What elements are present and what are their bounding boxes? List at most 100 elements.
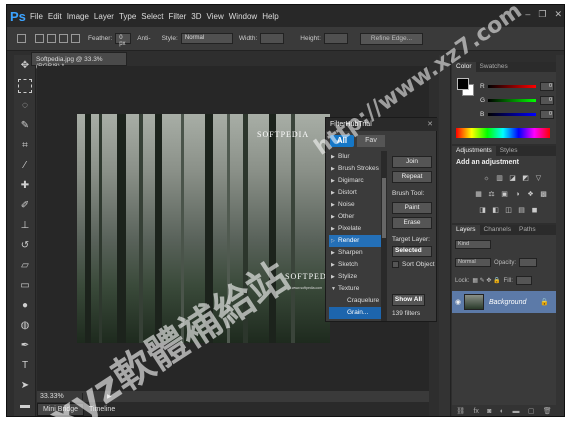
- menu-help[interactable]: Help: [262, 12, 278, 21]
- exposure-icon[interactable]: ◩: [521, 174, 530, 183]
- path-select-tool-icon[interactable]: ➤: [18, 379, 32, 393]
- eraser-tool-icon[interactable]: ▱: [18, 259, 32, 273]
- paint-button[interactable]: Paint: [392, 202, 432, 214]
- expand-right-icon[interactable]: ▶: [331, 199, 338, 211]
- erase-button[interactable]: Erase: [392, 217, 432, 229]
- sort-object-checkbox[interactable]: [392, 261, 399, 268]
- lock-icons[interactable]: ▦ ✎ ✥ 🔒: [472, 277, 500, 284]
- intersect-selection-icon[interactable]: [71, 34, 80, 43]
- red-value[interactable]: 0: [540, 82, 554, 91]
- tab-layers[interactable]: Layers: [452, 225, 480, 235]
- tab-paths[interactable]: Paths: [515, 225, 540, 235]
- adjustment-layer-icon[interactable]: ◐: [500, 408, 504, 415]
- expand-right-icon[interactable]: ▷: [331, 235, 338, 247]
- layer-name[interactable]: Background: [489, 299, 526, 306]
- layer-kind-filter[interactable]: Kind: [455, 240, 491, 249]
- posterize-icon[interactable]: ◧: [491, 206, 500, 215]
- add-selection-icon[interactable]: [47, 34, 56, 43]
- filter-item[interactable]: ▼ Texture: [329, 283, 381, 295]
- vibrance-icon[interactable]: ▽: [534, 174, 543, 183]
- scrollbar-thumb[interactable]: [382, 178, 386, 238]
- marquee-tool-icon[interactable]: [18, 79, 32, 93]
- link-layers-icon[interactable]: ⛓: [456, 407, 465, 415]
- levels-icon[interactable]: ▥: [495, 174, 504, 183]
- red-slider[interactable]: [488, 85, 536, 88]
- close-icon[interactable]: ✕: [554, 9, 562, 20]
- eyedropper-tool-icon[interactable]: ⁄: [18, 159, 32, 173]
- blend-mode-select[interactable]: Normal: [455, 258, 491, 267]
- filter-item[interactable]: ▶ Brush Strokes: [329, 163, 381, 175]
- tab-swatches[interactable]: Swatches: [476, 62, 512, 72]
- gradient-map-icon[interactable]: ▤: [517, 206, 526, 215]
- gradient-tool-icon[interactable]: ▭: [18, 279, 32, 293]
- menu-window[interactable]: Window: [229, 12, 257, 21]
- add-mask-icon[interactable]: ◙: [487, 408, 491, 415]
- filter-item[interactable]: ▶ Stylize: [329, 271, 381, 283]
- menu-edit[interactable]: Edit: [48, 12, 62, 21]
- new-selection-icon[interactable]: [35, 34, 44, 43]
- sort-object-option[interactable]: Sort Object: [392, 261, 435, 268]
- menu-type[interactable]: Type: [119, 12, 136, 21]
- close-icon[interactable]: ✕: [427, 120, 433, 128]
- hue-saturation-icon[interactable]: ▦: [474, 190, 483, 199]
- repeat-button[interactable]: Repeat: [392, 171, 432, 183]
- lasso-tool-icon[interactable]: ◌: [18, 99, 32, 113]
- delete-layer-icon[interactable]: 🗑: [543, 407, 552, 415]
- healing-tool-icon[interactable]: ✚: [18, 179, 32, 193]
- quick-select-tool-icon[interactable]: ✎: [18, 119, 32, 133]
- expand-right-icon[interactable]: ▶: [331, 175, 338, 187]
- shape-tool-icon[interactable]: ▬: [18, 399, 32, 413]
- expand-down-icon[interactable]: ▼: [331, 283, 338, 295]
- black-white-icon[interactable]: ▣: [500, 190, 509, 199]
- menu-3d[interactable]: 3D: [191, 12, 201, 21]
- filter-item[interactable]: Craquelure: [329, 295, 381, 307]
- pen-tool-icon[interactable]: ✒: [18, 339, 32, 353]
- height-input[interactable]: [323, 33, 348, 44]
- threshold-icon[interactable]: ◫: [504, 206, 513, 215]
- visibility-eye-icon[interactable]: ◉: [452, 298, 464, 306]
- filter-item[interactable]: ▶ Blur: [329, 151, 381, 163]
- color-lookup-icon[interactable]: ▩: [539, 190, 548, 199]
- new-group-icon[interactable]: ▬: [513, 408, 520, 415]
- marquee-tool-preset-icon[interactable]: [17, 34, 26, 43]
- invert-icon[interactable]: ◨: [478, 206, 487, 215]
- blue-slider[interactable]: [488, 113, 536, 116]
- filter-item[interactable]: ▶ Sketch: [329, 259, 381, 271]
- filter-item[interactable]: ▶ Digimarc: [329, 175, 381, 187]
- menu-select[interactable]: Select: [141, 12, 163, 21]
- tab-channels[interactable]: Channels: [480, 225, 515, 235]
- curves-icon[interactable]: ◪: [508, 174, 517, 183]
- expand-right-icon[interactable]: ▶: [331, 187, 338, 199]
- menu-layer[interactable]: Layer: [94, 12, 114, 21]
- blue-value[interactable]: 0: [540, 110, 554, 119]
- document-tab[interactable]: Softpedia.jpg @ 33.3% (RGB/8) *: [31, 52, 127, 70]
- filter-item[interactable]: ▶ Noise: [329, 199, 381, 211]
- subtract-selection-icon[interactable]: [59, 34, 68, 43]
- green-value[interactable]: 0: [540, 96, 554, 105]
- fx-icon[interactable]: fx: [473, 408, 478, 415]
- filter-item[interactable]: ▶ Sharpen: [329, 247, 381, 259]
- target-layer-select[interactable]: Selected: [392, 246, 432, 257]
- foreground-color-swatch[interactable]: [457, 78, 469, 90]
- fill-input[interactable]: [515, 276, 532, 285]
- show-all-select[interactable]: Show All: [392, 294, 425, 306]
- opacity-input[interactable]: [519, 258, 538, 267]
- filter-item[interactable]: Grain...: [329, 307, 381, 319]
- menu-filter[interactable]: Filter: [169, 12, 187, 21]
- channel-mixer-icon[interactable]: ❖: [526, 190, 535, 199]
- refine-edge-button[interactable]: Refine Edge...: [359, 32, 424, 45]
- join-button[interactable]: Join: [392, 156, 432, 168]
- menu-file[interactable]: File: [30, 12, 43, 21]
- photo-filter-icon[interactable]: ◑: [513, 190, 522, 199]
- color-spectrum-bar[interactable]: [456, 128, 550, 138]
- brightness-icon[interactable]: ☼: [482, 174, 491, 183]
- filter-item[interactable]: ▶ Pixelate: [329, 223, 381, 235]
- tab-adjustments[interactable]: Adjustments: [452, 146, 496, 156]
- expand-right-icon[interactable]: ▶: [331, 259, 338, 271]
- feather-input[interactable]: 0 px: [115, 33, 132, 47]
- filter-item[interactable]: ▶ Distort: [329, 187, 381, 199]
- blur-tool-icon[interactable]: ●: [18, 299, 32, 313]
- stamp-tool-icon[interactable]: ⊥: [18, 219, 32, 233]
- brush-tool-icon[interactable]: ✐: [18, 199, 32, 213]
- expand-right-icon[interactable]: ▶: [331, 223, 338, 235]
